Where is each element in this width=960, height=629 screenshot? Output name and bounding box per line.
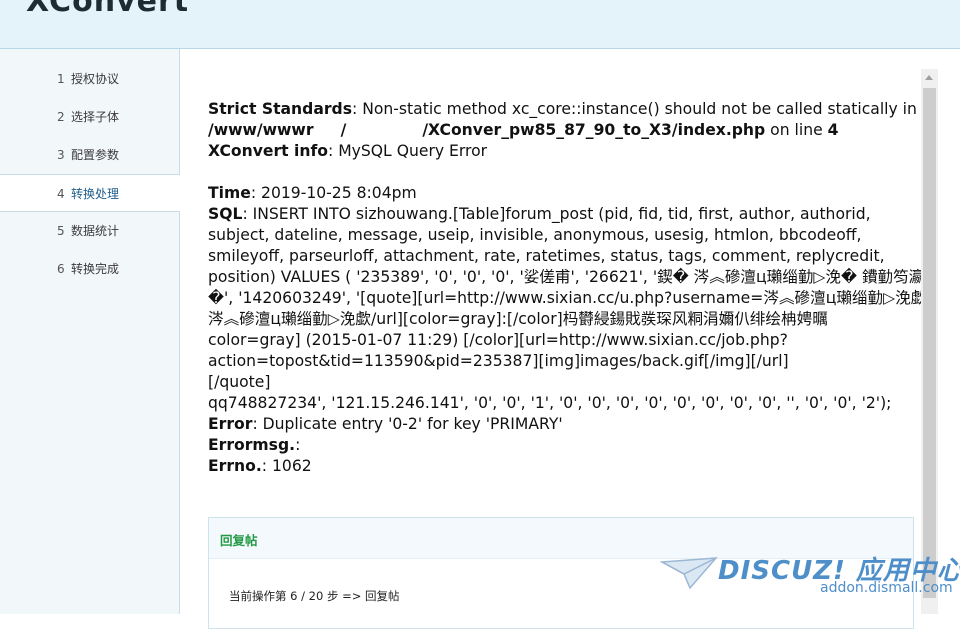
error-line: Error: Duplicate entry '0-2' for key 'PR…: [208, 415, 563, 433]
sql-line: SQL: INSERT INTO sizhouwang.[Table]forum…: [208, 205, 871, 223]
discuz-watermark: DISCUZ! 应用中心 addon.dismall.com: [660, 548, 960, 608]
errno-line: Errno.: 1062: [208, 457, 312, 475]
sql-line: [/quote]: [208, 373, 271, 391]
sql-line: color=gray] (2015-01-07 11:29) [/color][…: [208, 331, 788, 349]
sql-line: �', '1420603249', '[quote][url=http://ww…: [208, 289, 927, 307]
sidebar-item-label: 转换处理: [71, 187, 120, 201]
strict-standards-line: Strict Standards: Non-static method xc_c…: [208, 100, 917, 118]
sidebar-item-stats[interactable]: 5 数据统计: [0, 212, 179, 250]
app-header: XConvert: [0, 0, 960, 49]
info-line: XConvert info: MySQL Query Error: [208, 142, 488, 160]
sidebar-item-label: 转换完成: [71, 262, 120, 276]
paper-plane-icon: [660, 557, 718, 590]
sidebar-item-select[interactable]: 2 选择子体: [0, 98, 179, 136]
sidebar-item-label: 数据统计: [71, 224, 120, 238]
sql-line: subject, dateline, message, useip, invis…: [208, 226, 862, 244]
sql-line: position) VALUES ( '235389', '0', '0', '…: [208, 268, 925, 286]
sql-line: qq748827234', '121.15.246.141', '0', '0'…: [208, 394, 892, 412]
error-output: Strict Standards: Non-static method xc_c…: [208, 99, 927, 477]
scroll-up-arrow-icon[interactable]: [921, 69, 938, 86]
vertical-scrollbar[interactable]: [921, 69, 938, 614]
sidebar-item-label: 授权协议: [71, 72, 120, 86]
step-sidebar: 1 授权协议 2 选择子体 3 配置参数 4 转换处理 5 数据统计 6 转换完成: [0, 49, 180, 614]
sidebar-item-finish[interactable]: 6 转换完成: [0, 250, 179, 288]
scrollbar-thumb[interactable]: [923, 88, 936, 598]
sidebar-item-label: 选择子体: [71, 110, 120, 124]
sql-line: action=topost&tid=113590&pid=235387][img…: [208, 352, 789, 370]
sql-line: 涔︽磣澶ц瓎缁勭▷浼歔/url][color=gray]:[/color]杩欎綅…: [208, 310, 828, 328]
time-line: Time: 2019-10-25 8:04pm: [208, 184, 417, 202]
errormsg-line: Errormsg.:: [208, 436, 301, 454]
sql-line: smileyoff, parseurloff, attachment, rate…: [208, 247, 885, 265]
sidebar-item-license[interactable]: 1 授权协议: [0, 60, 179, 98]
main-frame: Strict Standards: Non-static method xc_c…: [180, 49, 960, 629]
step-status: 当前操作第 6 / 20 步 => 回复帖: [229, 589, 400, 603]
app-logo: XConvert: [26, 0, 190, 19]
sidebar-item-config[interactable]: 3 配置参数: [0, 136, 179, 174]
strict-path-line: /www/wwwr / /XConver_pw85_87_90_to_X3/in…: [208, 121, 839, 139]
sidebar-item-label: 配置参数: [71, 148, 120, 162]
watermark-subtitle: addon.dismall.com: [820, 580, 953, 596]
panel-title: 回复帖: [220, 533, 258, 548]
sidebar-item-convert[interactable]: 4 转换处理: [0, 174, 180, 212]
